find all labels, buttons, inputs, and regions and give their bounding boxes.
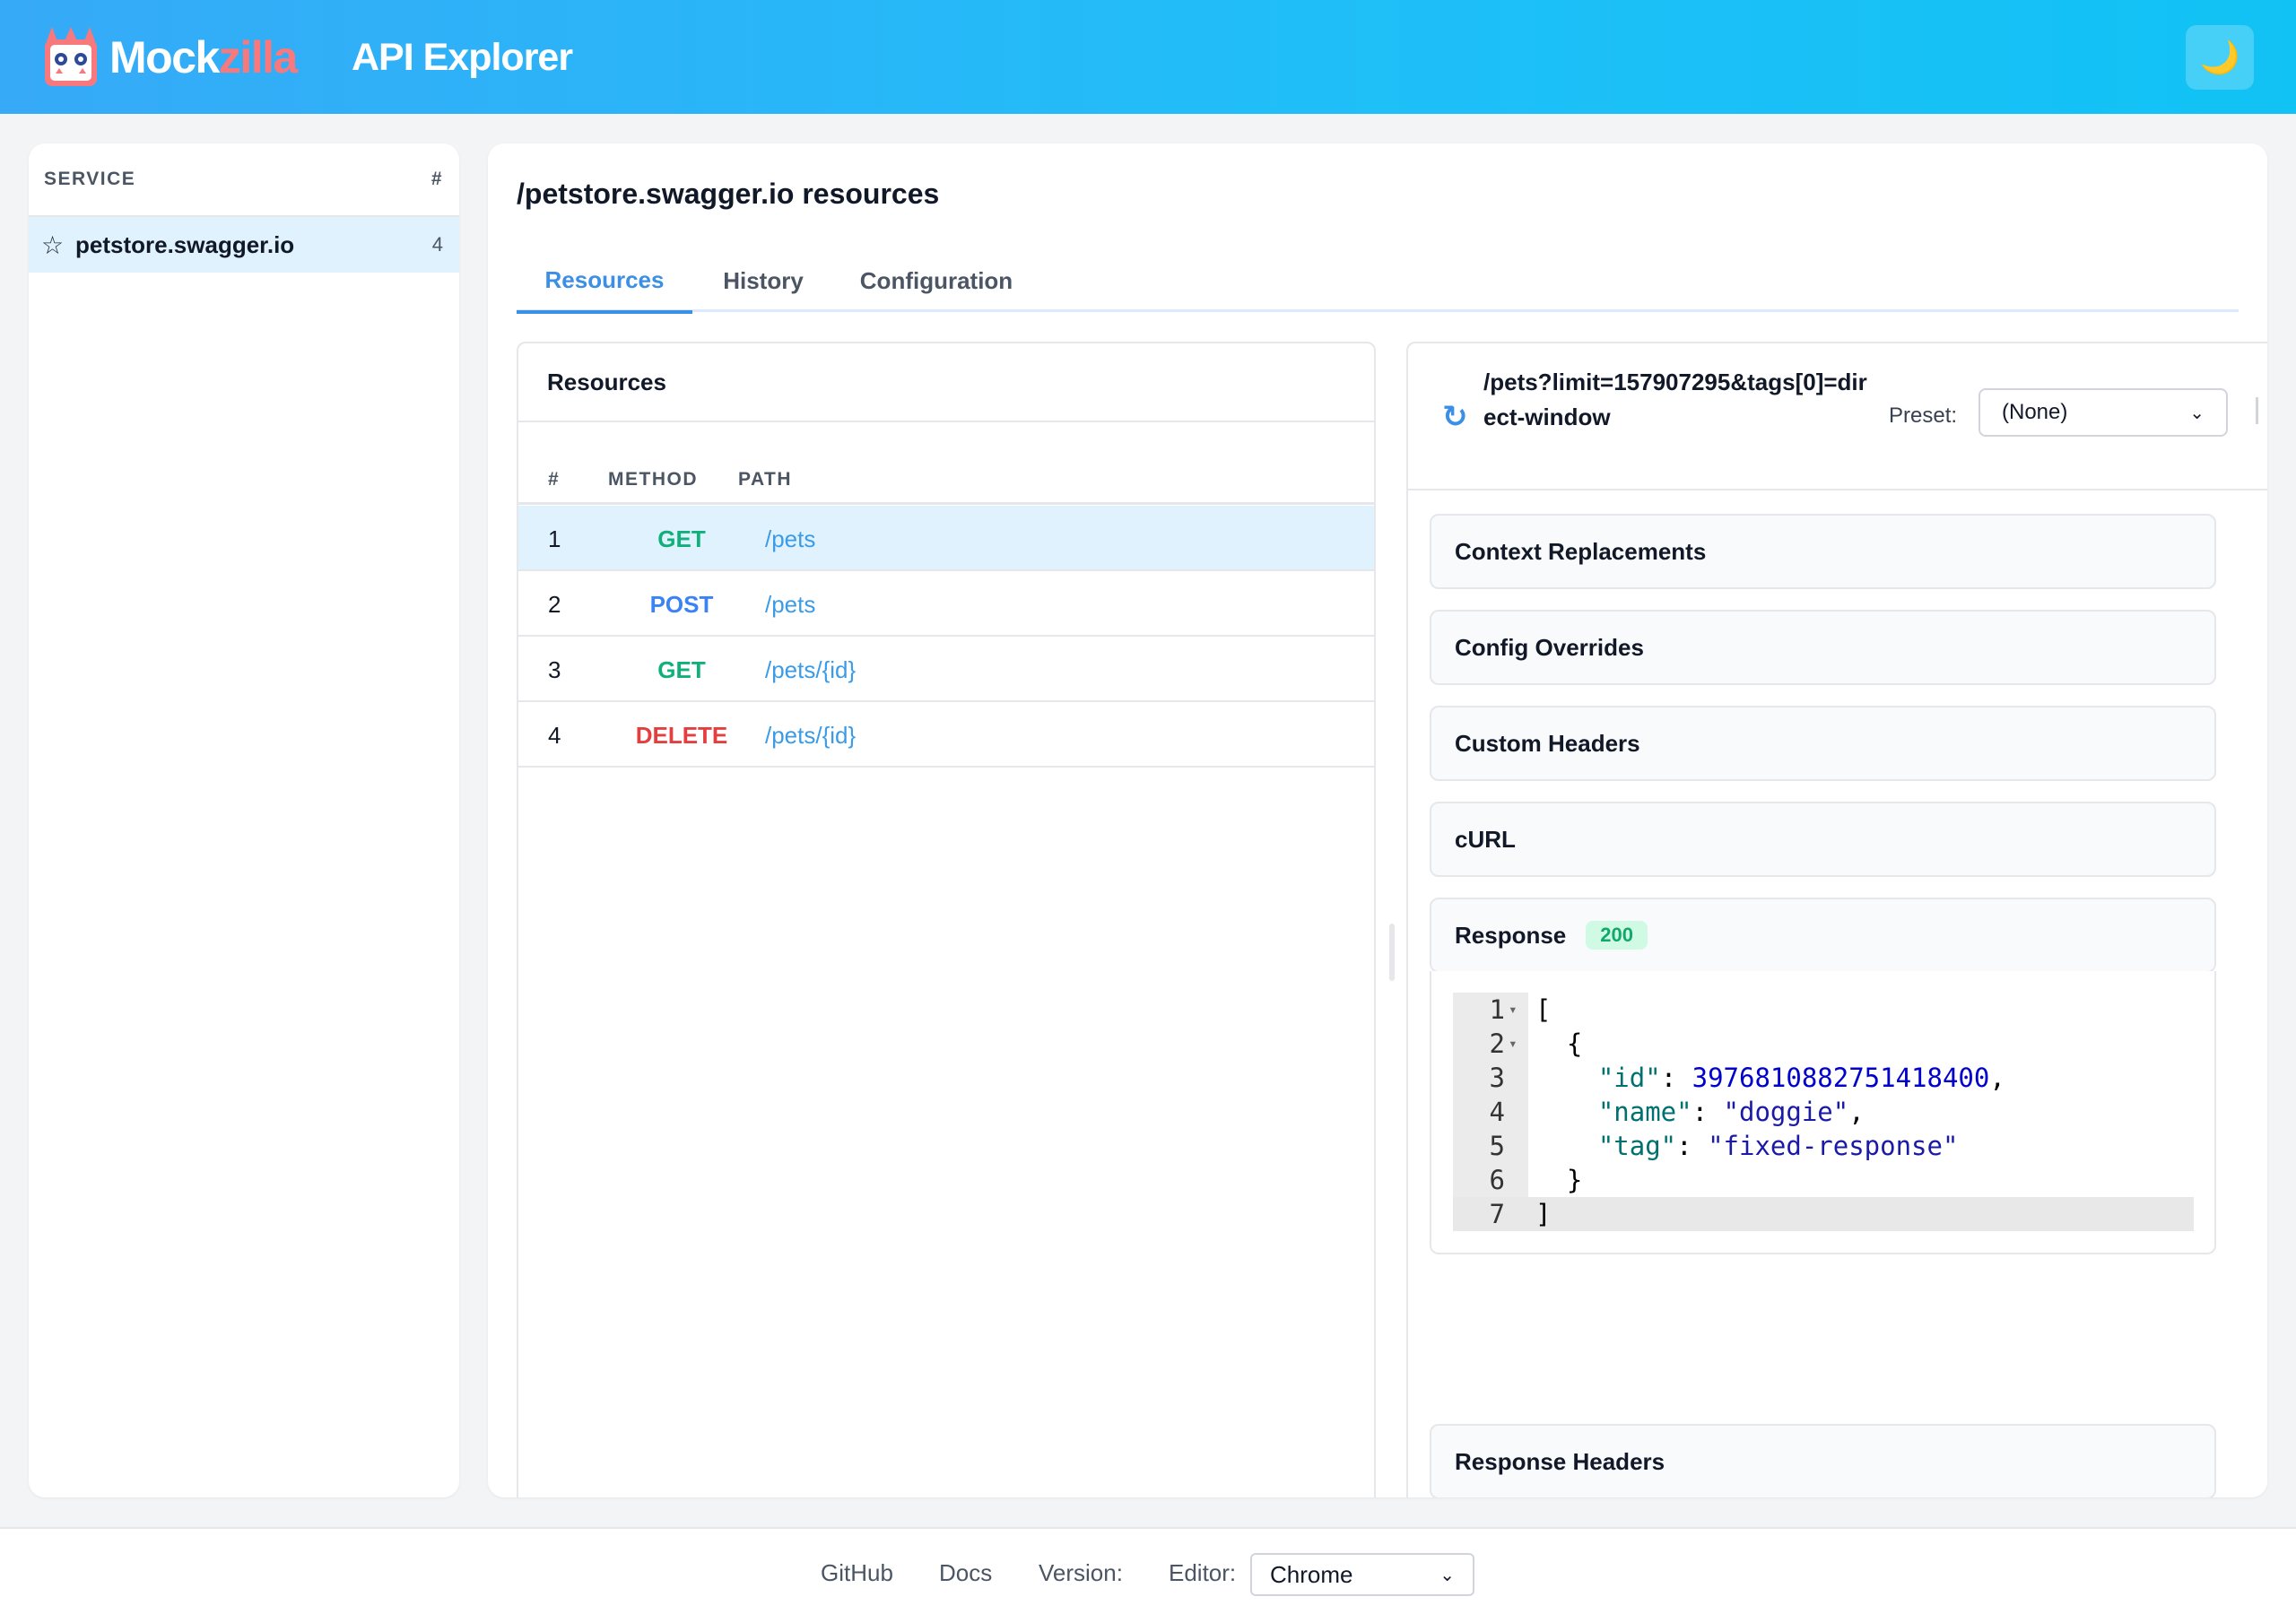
row-method: GET: [657, 525, 706, 552]
moon-icon: 🌙: [2199, 39, 2240, 75]
chevron-down-icon: ⌄: [2189, 403, 2205, 423]
sidebar-header: SERVICE #: [29, 143, 459, 217]
brand-part-zilla: zilla: [218, 32, 298, 82]
json-key: "name": [1597, 1097, 1692, 1127]
theme-toggle-button[interactable]: 🌙: [2186, 25, 2254, 90]
count-column-header: #: [430, 169, 443, 189]
row-path[interactable]: /pets/{id}: [765, 656, 856, 684]
header-overflow-edge: [2256, 397, 2258, 424]
section-title: Context Replacements: [1455, 537, 1707, 565]
code-line: 4 "name": "doggie",: [1489, 1097, 1865, 1127]
refresh-icon[interactable]: ↻: [1442, 402, 1471, 432]
json-value: "fixed-response": [1708, 1131, 1959, 1161]
json-key: "id": [1597, 1063, 1661, 1093]
sidebar-item-label: petstore.swagger.io: [75, 230, 295, 258]
tab-resources[interactable]: Resources: [517, 249, 692, 314]
table-row[interactable]: 3 GET /pets/{id}: [518, 637, 1374, 702]
mockzilla-logo-icon: [45, 27, 97, 86]
table-row[interactable]: 4 DELETE /pets/{id}: [518, 702, 1374, 768]
row-path[interactable]: /pets/{id}: [765, 722, 856, 750]
brand-name: Mockzilla: [109, 30, 298, 84]
response-headers-section[interactable]: Response Headers: [1430, 1424, 2216, 1497]
resources-table-header: # METHOD PATH: [518, 422, 1374, 505]
row-method: DELETE: [635, 722, 728, 749]
preset-select-value: (None): [2002, 400, 2068, 424]
row-method: GET: [657, 656, 706, 683]
fold-arrow-icon[interactable]: ▾: [1509, 1027, 1518, 1061]
context-replacements-section[interactable]: Context Replacements: [1430, 514, 2216, 589]
app-header: Mockzilla API Explorer 🌙: [0, 0, 2296, 114]
row-number: 3: [548, 656, 561, 683]
panel-resize-handle[interactable]: [1389, 924, 1395, 981]
status-badge: 200: [1586, 921, 1648, 950]
editor-label: Editor:: [1169, 1559, 1237, 1586]
row-number: 2: [548, 591, 561, 618]
fold-arrow-icon[interactable]: ▾: [1509, 993, 1518, 1027]
json-code-editor[interactable]: 1 ▾[ 2 ▾ { 3 "id": 3976810882751418400, 4 …: [1453, 993, 2194, 1233]
section-title: Config Overrides: [1455, 633, 1644, 661]
column-header-path: PATH: [738, 469, 793, 490]
row-number: 1: [548, 525, 561, 552]
tab-configuration[interactable]: Configuration: [834, 249, 1039, 312]
code-line: 1 ▾[: [1489, 993, 1552, 1027]
response-section[interactable]: Response 200: [1430, 898, 2216, 973]
brand-part-mock: Mock: [109, 32, 220, 82]
resources-card-title: Resources: [518, 343, 1374, 422]
request-url: /pets?limit=157907295&tags[0]=direct-win…: [1483, 369, 1867, 430]
code-line: 6 }: [1489, 1165, 1583, 1195]
tab-bar: Resources History Configuration: [517, 249, 2239, 314]
json-key: "tag": [1597, 1131, 1677, 1161]
app-footer: GitHub Docs Version: Editor: Chrome ⌄: [0, 1527, 2296, 1614]
section-title: Response Headers: [1455, 1447, 1665, 1475]
table-row[interactable]: 2 POST /pets: [518, 571, 1374, 637]
code-line: 3 "id": 3976810882751418400,: [1489, 1063, 2005, 1093]
version-label: Version:: [1039, 1559, 1123, 1586]
section-title: Response: [1455, 921, 1567, 949]
code-line: 5 "tag": "fixed-response": [1489, 1131, 1959, 1161]
star-icon[interactable]: ☆: [41, 230, 66, 260]
editor-select-value: Chrome: [1270, 1560, 1353, 1588]
preset-select[interactable]: (None) ⌄: [1979, 388, 2228, 437]
code-line: 2 ▾ {: [1489, 1027, 1583, 1061]
curl-section[interactable]: cURL: [1430, 802, 2216, 877]
section-title: Custom Headers: [1455, 729, 1640, 757]
preset-label: Preset:: [1889, 404, 1958, 428]
docs-link[interactable]: Docs: [939, 1559, 992, 1587]
row-number: 4: [548, 722, 561, 749]
code-line: 7]: [1453, 1197, 2194, 1231]
row-path[interactable]: /pets: [765, 591, 815, 619]
request-detail-header: ↻ /pets?limit=157907295&tags[0]=direct-w…: [1408, 343, 2267, 490]
response-body: 1 ▾[ 2 ▾ { 3 "id": 3976810882751418400, 4 …: [1430, 971, 2216, 1254]
request-detail-card: ↻ /pets?limit=157907295&tags[0]=direct-w…: [1406, 342, 2267, 1497]
resources-card: Resources # METHOD PATH 1 GET /pets 2 PO…: [517, 342, 1376, 1497]
page-title: /petstore.swagger.io resources: [517, 178, 940, 210]
editor-select[interactable]: Chrome ⌄: [1250, 1553, 1474, 1596]
json-value: "doggie": [1723, 1097, 1849, 1127]
app-title: API Explorer: [352, 36, 573, 79]
row-method: POST: [649, 591, 714, 618]
sidebar-item-count: 4: [431, 233, 443, 256]
github-link[interactable]: GitHub: [821, 1559, 893, 1587]
config-overrides-section[interactable]: Config Overrides: [1430, 610, 2216, 685]
sidebar-item-petstore[interactable]: ☆ petstore.swagger.io 4: [29, 217, 459, 273]
json-value: 3976810882751418400: [1692, 1063, 1990, 1093]
column-header-number: #: [548, 469, 561, 490]
column-header-method: METHOD: [608, 469, 698, 490]
tab-history[interactable]: History: [692, 249, 834, 312]
service-sidebar: SERVICE # ☆ petstore.swagger.io 4: [29, 143, 459, 1497]
custom-headers-section[interactable]: Custom Headers: [1430, 706, 2216, 781]
main-panel: /petstore.swagger.io resources Resources…: [488, 143, 2267, 1497]
chevron-down-icon: ⌄: [1439, 1565, 1455, 1585]
table-row[interactable]: 1 GET /pets: [518, 506, 1374, 571]
section-title: cURL: [1455, 825, 1516, 853]
row-path[interactable]: /pets: [765, 525, 815, 553]
service-column-header: SERVICE: [44, 169, 136, 189]
